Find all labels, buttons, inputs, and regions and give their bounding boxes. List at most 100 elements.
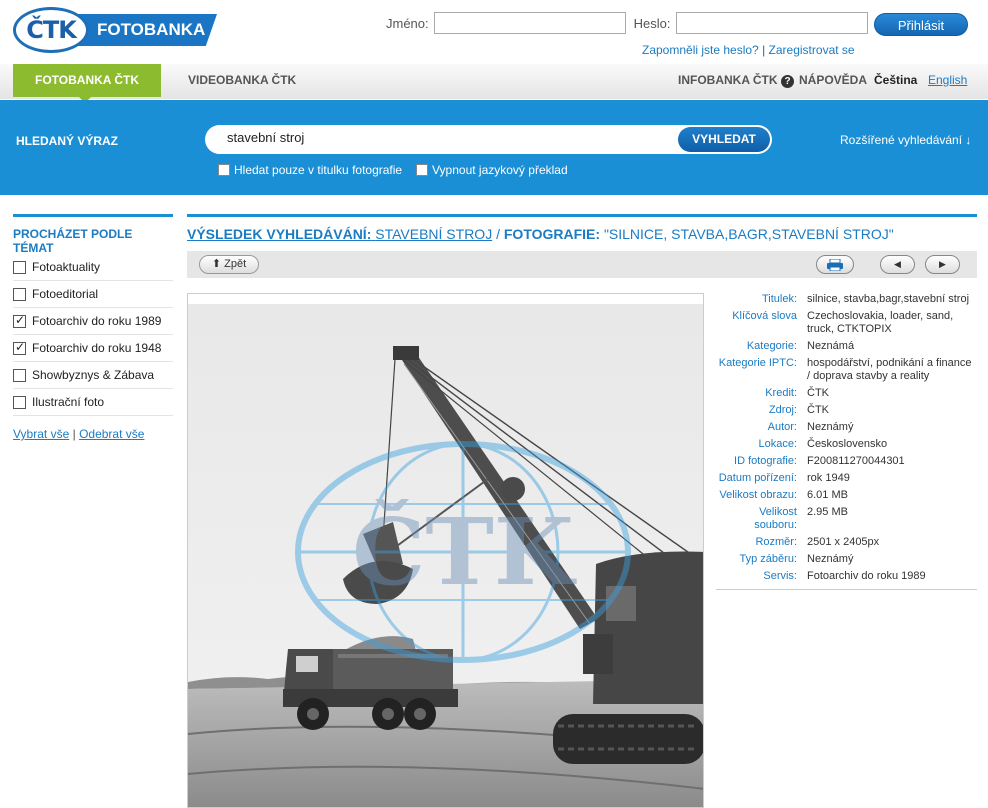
ctk-logo-mark: ČTK — [13, 7, 89, 53]
search-button[interactable]: VYHLEDAT — [678, 127, 770, 152]
password-input[interactable] — [675, 12, 868, 34]
sidebar-item-fotoeditorial[interactable]: Fotoeditorial — [13, 281, 173, 308]
meta-key: ID fotografie: — [734, 455, 797, 467]
select-all-link[interactable]: Vybrat vše — [13, 427, 69, 441]
excavator-photo: ČTK — [188, 304, 703, 807]
sidebar-item-label: Ilustrační foto — [32, 395, 105, 409]
meta-key: Datum pořízení: — [718, 472, 797, 484]
meta-value: 6.01 MB — [807, 489, 848, 501]
photo-toolbar: ⬆ Zpět ◀ ▶ — [187, 251, 977, 278]
search-band: HLEDANÝ VÝRAZ VYHLEDAT Hledat pouze v ti… — [0, 100, 988, 195]
logo-mark-text: ČTK — [26, 16, 77, 44]
sidebar-item-label: Fotoarchiv do roku 1989 — [32, 314, 162, 328]
checkbox[interactable] — [13, 368, 26, 382]
back-label: Zpět — [224, 258, 247, 270]
meta-value: Neznámý — [807, 553, 854, 565]
title-only-checkbox[interactable] — [218, 164, 230, 176]
meta-key: Velikost obrazu: — [719, 489, 797, 501]
meta-row: Autor: Neznámý — [716, 421, 977, 434]
meta-key: Zdroj: — [768, 404, 797, 416]
meta-value: hospodářství, podnikání a finance / dopr… — [807, 357, 972, 382]
login-button[interactable]: Přihlásit — [874, 13, 968, 36]
meta-row: Datum pořízení: rok 1949 — [716, 472, 977, 485]
checkbox-checked[interactable] — [13, 313, 26, 328]
sidebar-item-showbyznys[interactable]: Showbyznys & Zábava — [13, 362, 173, 389]
search-box: VYHLEDAT — [205, 125, 772, 154]
no-translate-checkbox[interactable] — [416, 164, 428, 176]
meta-value: silnice, stavba,bagr,stavební stroj — [807, 293, 970, 305]
breadcrumb: VÝSLEDEK VYHLEDÁVÁNÍ: STAVEBNÍ STROJ / F… — [187, 226, 894, 242]
ctk-fotobanka-logo[interactable]: ČTK FOTOBANKA — [13, 7, 217, 53]
meta-value: 2.95 MB — [807, 506, 848, 518]
sidebar-item-fotoarchiv-1948[interactable]: Fotoarchiv do roku 1948 — [13, 335, 173, 362]
meta-value: F200811270044301 — [807, 455, 905, 467]
sidebar-item-fotoaktuality[interactable]: Fotoaktuality — [13, 254, 173, 281]
photo-metadata: Titulek: silnice, stavba,bagr,stavební st… — [716, 293, 977, 590]
infobanka-link[interactable]: INFOBANKA ČTK — [678, 64, 778, 97]
meta-row: ID fotografie: F200811270044301 — [716, 455, 977, 468]
meta-value: Neznámá — [807, 340, 855, 352]
title-only-option[interactable]: Hledat pouze v titulku fotografie — [218, 163, 402, 177]
meta-key: Lokace: — [758, 438, 797, 450]
search-label: HLEDANÝ VÝRAZ — [16, 134, 119, 148]
link-separator: | — [762, 43, 766, 57]
meta-row: Typ záběru: Neznámý — [716, 553, 977, 566]
sidebar-item-label: Fotoeditorial — [32, 287, 99, 301]
next-button[interactable]: ▶ — [925, 255, 960, 274]
meta-row: Titulek: silnice, stavba,bagr,stavební st… — [716, 293, 977, 306]
forgot-password-link[interactable]: Zapomněli jste heslo? — [642, 43, 759, 57]
watermark-text: ČTK — [352, 498, 577, 606]
meta-key: Rozměr: — [755, 536, 797, 548]
page: ČTK FOTOBANKA Jméno: Heslo: Přihlásit Za… — [0, 0, 988, 808]
topic-sidebar: PROCHÁZET PODLE TÉMAT Fotoaktuality Foto… — [13, 214, 173, 441]
meta-key: Kredit: — [765, 387, 797, 399]
advanced-search-link[interactable]: Rozšířené vyhledávání ↓ — [840, 133, 971, 147]
main-divider — [187, 214, 977, 217]
no-translate-label: Vypnout jazykový překlad — [432, 163, 568, 177]
logo-text: FOTOBANKA — [77, 14, 217, 46]
tab-videobanka[interactable]: VIDEOBANKA ČTK — [188, 64, 296, 97]
meta-key: Klíčová slova — [732, 310, 797, 322]
login-form: Jméno: Heslo: — [386, 12, 876, 34]
meta-value: 2501 x 2405px — [807, 536, 880, 548]
main-nav: FOTOBANKA ČTK VIDEOBANKA ČTK INFOBANKA Č… — [0, 64, 988, 103]
title-only-label: Hledat pouze v titulku fotografie — [234, 163, 403, 177]
meta-value: Československo — [807, 438, 888, 450]
sidebar-item-label: Fotoarchiv do roku 1948 — [32, 341, 162, 355]
meta-row: Kategorie IPTC: hospodářství, podnikání a… — [716, 357, 977, 383]
deselect-all-link[interactable]: Odebrat vše — [79, 427, 144, 441]
help-label: NÁPOVĚDA — [799, 73, 868, 87]
print-button[interactable] — [816, 255, 854, 274]
password-label: Heslo: — [633, 15, 671, 31]
photo-viewer[interactable]: ČTK — [187, 293, 704, 808]
help-link[interactable]: ? NÁPOVĚDA — [781, 64, 867, 97]
meta-value: rok 1949 — [807, 472, 850, 484]
username-input[interactable] — [433, 12, 626, 34]
search-result-link[interactable]: VÝSLEDEK VYHLEDÁVÁNÍ: STAVEBNÍ STROJ — [187, 226, 492, 242]
back-button[interactable]: ⬆ Zpět — [199, 255, 259, 274]
search-input[interactable] — [227, 130, 667, 145]
sidebar-item-label: Fotoaktuality — [32, 260, 101, 274]
meta-key: Kategorie: — [746, 340, 797, 352]
no-translate-option[interactable]: Vypnout jazykový překlad — [416, 163, 568, 177]
prev-button[interactable]: ◀ — [880, 255, 915, 274]
register-link[interactable]: Zaregistrovat se — [769, 43, 855, 57]
checkbox[interactable] — [13, 395, 26, 409]
meta-row: Kredit: ČTK — [716, 387, 977, 400]
checkbox[interactable] — [13, 287, 26, 301]
ctk-watermark: ČTK — [295, 441, 631, 663]
meta-row: Velikost obrazu: 6.01 MB — [716, 489, 977, 502]
sidebar-select-links: Vybrat vše | Odebrat vše — [13, 427, 173, 441]
meta-value: Fotoarchiv do roku 1989 — [807, 570, 926, 582]
checkbox[interactable] — [13, 260, 26, 274]
checkbox-checked[interactable] — [13, 340, 26, 355]
tab-fotobanka[interactable]: FOTOBANKA ČTK — [13, 64, 161, 103]
lang-english[interactable]: English — [928, 64, 967, 97]
meta-row: Zdroj: ČTK — [716, 404, 977, 417]
sidebar-item-fotoarchiv-1989[interactable]: Fotoarchiv do roku 1989 — [13, 308, 173, 335]
sidebar-item-ilustracni[interactable]: Ilustrační foto — [13, 389, 173, 416]
lang-czech[interactable]: Čeština — [874, 64, 917, 97]
up-arrow-icon: ⬆ — [211, 258, 222, 270]
meta-row: Lokace: Československo — [716, 438, 977, 451]
result-value: STAVEBNÍ STROJ — [375, 226, 493, 242]
